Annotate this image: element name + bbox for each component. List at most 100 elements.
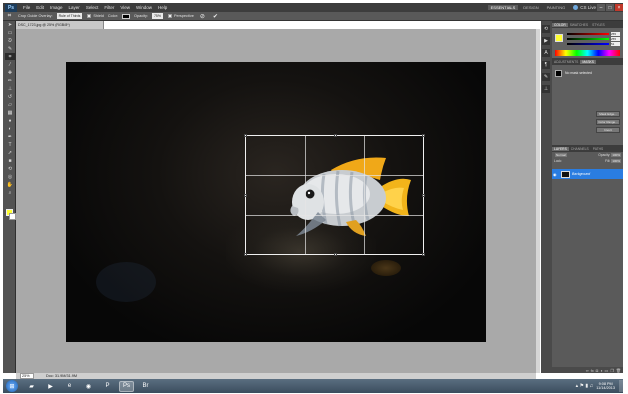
crop-handle-top-right[interactable]	[422, 134, 425, 137]
media-player-app-icon[interactable]: ▶	[43, 381, 58, 392]
layer-opacity-field[interactable]: 100%	[611, 153, 621, 157]
start-button[interactable]: ⊞	[6, 380, 18, 392]
menu-file[interactable]: File	[20, 5, 33, 10]
path-select-tool-icon[interactable]: ➚	[5, 149, 15, 156]
eyedropper-tool-icon[interactable]: ⁄	[5, 61, 15, 68]
pen-tool-icon[interactable]: ✒	[5, 133, 15, 140]
delete-layer-icon[interactable]: 🗑	[616, 368, 621, 373]
tab-masks[interactable]: MASKS	[580, 59, 596, 64]
brushes-panel-icon[interactable]: ✎	[542, 73, 550, 81]
layer-row[interactable]: ◉ Background	[552, 169, 623, 179]
character-panel-icon[interactable]: A	[542, 49, 550, 57]
tab-adjustments[interactable]: ADJUSTMENTS	[552, 60, 580, 64]
marquee-tool-icon[interactable]: ▭	[5, 29, 15, 36]
close-button[interactable]: ×	[615, 4, 623, 11]
3d-orbit-tool-icon[interactable]: ◎	[5, 173, 15, 180]
shape-tool-icon[interactable]: ■	[5, 157, 15, 164]
red-value[interactable]: 255	[611, 32, 620, 36]
shield-color-swatch[interactable]	[122, 13, 131, 19]
doc-size-info[interactable]: Doc: 31.9M/31.9M	[46, 374, 77, 378]
green-value[interactable]: 255	[611, 37, 620, 41]
explorer-app-icon[interactable]: ▰	[24, 381, 39, 392]
brush-tool-icon[interactable]: ✏	[5, 77, 15, 84]
color-range-button[interactable]: Color Range...	[596, 119, 620, 125]
link-layers-icon[interactable]: ∞	[586, 368, 589, 373]
clone-stamp-tool-icon[interactable]: ⊥	[5, 85, 15, 92]
paragraph-panel-icon[interactable]: ¶	[542, 61, 550, 69]
blue-slider[interactable]	[567, 43, 609, 45]
tab-layers[interactable]: LAYERS	[552, 146, 569, 151]
mask-edge-button[interactable]: Mask Edge...	[596, 111, 620, 117]
menu-filter[interactable]: Filter	[101, 5, 117, 10]
invert-button[interactable]: Invert	[596, 127, 620, 133]
tray-icons[interactable]: ▴ ⚑ ▮ ♫	[576, 383, 594, 389]
hand-tool-icon[interactable]: ✋	[5, 181, 15, 188]
crop-handle-bottom[interactable]	[334, 253, 337, 256]
show-desktop-button[interactable]	[619, 380, 623, 392]
workspace-design[interactable]: DESIGN	[520, 5, 541, 10]
crop-handle-left[interactable]	[244, 194, 247, 197]
red-slider[interactable]	[567, 33, 609, 35]
move-tool-icon[interactable]: ➤	[5, 21, 15, 28]
menu-image[interactable]: Image	[47, 5, 66, 10]
background-color-swatch[interactable]	[9, 213, 16, 220]
bridge-app-icon[interactable]: Br	[138, 381, 153, 392]
type-tool-icon[interactable]: T	[5, 141, 15, 148]
color-panel-foreground-swatch[interactable]	[555, 34, 563, 42]
gradient-tool-icon[interactable]: ▦	[5, 109, 15, 116]
chrome-app-icon[interactable]: ◉	[81, 381, 96, 392]
menu-window[interactable]: Window	[133, 5, 155, 10]
visibility-eye-icon[interactable]: ◉	[553, 172, 559, 177]
healing-tool-icon[interactable]: ✚	[5, 69, 15, 76]
tab-styles[interactable]: STYLES	[590, 23, 607, 27]
workspace-painting[interactable]: PAINTING	[544, 5, 569, 10]
cancel-crop-icon[interactable]: ⊘	[200, 13, 205, 20]
lasso-tool-icon[interactable]: ᘐ	[5, 37, 15, 44]
blur-tool-icon[interactable]: ●	[5, 117, 15, 124]
crop-tool-preset-icon[interactable]: ⌗	[5, 13, 14, 20]
cs-live-button[interactable]: CS Live	[573, 5, 596, 10]
blue-value[interactable]: 51	[611, 42, 620, 46]
add-mask-icon[interactable]: ◘	[596, 368, 598, 373]
powerpoint-app-icon[interactable]: P	[100, 381, 115, 392]
3d-rotate-tool-icon[interactable]: ⟲	[5, 165, 15, 172]
commit-crop-icon[interactable]: ✔	[213, 13, 218, 20]
history-brush-tool-icon[interactable]: ↺	[5, 93, 15, 100]
menu-select[interactable]: Select	[83, 5, 102, 10]
quick-select-tool-icon[interactable]: ✎	[5, 45, 15, 52]
internet-explorer-app-icon[interactable]: e	[62, 381, 77, 392]
adjustment-layer-icon[interactable]: ◑	[600, 368, 602, 373]
layer-style-icon[interactable]: fx	[591, 368, 594, 373]
minimize-button[interactable]: –	[597, 4, 605, 11]
document-tab[interactable]: DSC_1723.jpg @ 25% (RGB/8*)	[16, 21, 104, 29]
menu-layer[interactable]: Layer	[66, 5, 83, 10]
perspective-checkbox[interactable]	[168, 14, 172, 18]
tab-channels[interactable]: CHANNELS	[569, 147, 591, 151]
fill-field[interactable]: 100%	[611, 159, 621, 163]
clone-source-panel-icon[interactable]: ⊥	[542, 85, 550, 93]
opacity-field[interactable]: 75%	[151, 13, 163, 19]
new-group-icon[interactable]: ▭	[605, 368, 609, 373]
history-panel-icon[interactable]: ⟲	[542, 25, 550, 33]
crop-handle-top-left[interactable]	[244, 134, 247, 137]
new-layer-icon[interactable]: ❐	[610, 368, 614, 373]
color-ramp[interactable]	[555, 50, 620, 56]
menu-help[interactable]: Help	[155, 5, 170, 10]
eraser-tool-icon[interactable]: ▱	[5, 101, 15, 108]
workspace-essentials[interactable]: ESSENTIALS	[487, 5, 519, 10]
vertical-scrollbar[interactable]	[536, 29, 540, 373]
zoom-tool-icon[interactable]: ⌕	[5, 189, 15, 196]
crop-guide-select[interactable]: Rule of Thirds	[56, 13, 83, 19]
shield-checkbox[interactable]	[87, 14, 92, 18]
tab-paths[interactable]: PATHS	[591, 147, 606, 151]
system-clock[interactable]: 9:08 PM 11/14/2013	[596, 382, 615, 391]
tab-color[interactable]: COLOR	[552, 22, 568, 27]
crop-box[interactable]	[244, 134, 425, 256]
crop-handle-bottom-right[interactable]	[422, 253, 425, 256]
menu-edit[interactable]: Edit	[33, 5, 47, 10]
crop-handle-bottom-left[interactable]	[244, 253, 247, 256]
photoshop-app-icon[interactable]: Ps	[119, 380, 134, 392]
blend-mode-select[interactable]: Normal	[555, 153, 567, 157]
maximize-button[interactable]: □	[606, 4, 614, 11]
crop-tool-icon[interactable]: ⌗	[5, 53, 15, 60]
